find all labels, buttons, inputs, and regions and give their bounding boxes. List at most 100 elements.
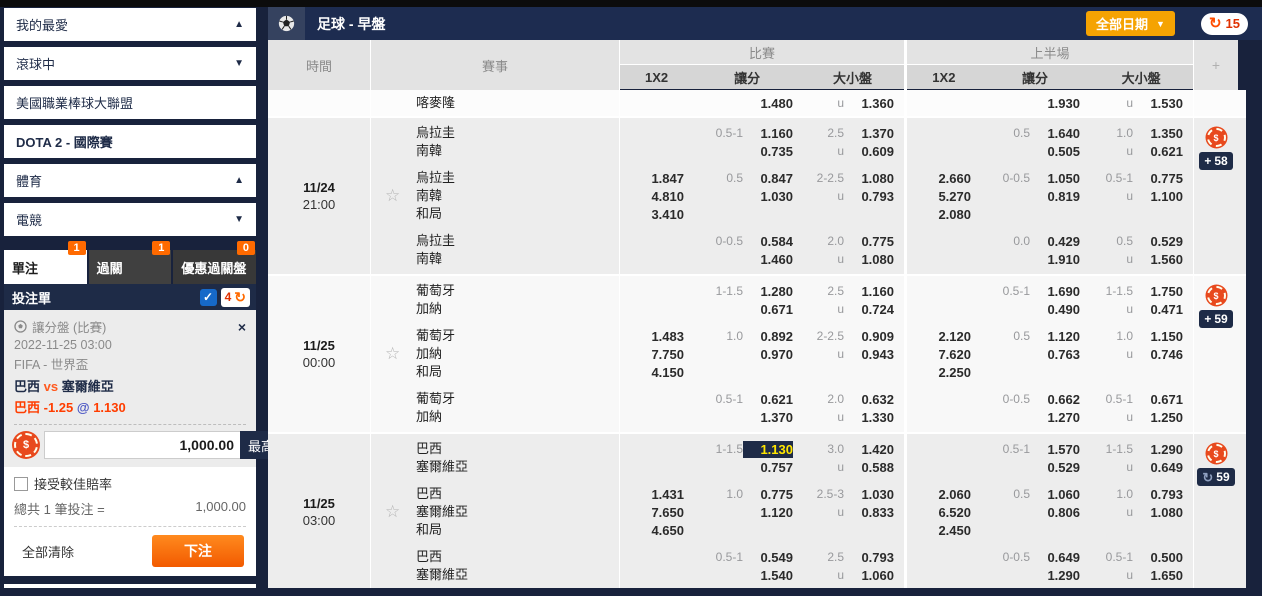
odds-price[interactable]: 1.420: [844, 441, 894, 458]
odds-price[interactable]: 0.909: [844, 328, 894, 345]
odds-price[interactable]: 0.649: [1133, 459, 1183, 476]
odds-price[interactable]: 0.621: [1133, 143, 1183, 160]
odds-price[interactable]: 1.690: [1030, 283, 1080, 300]
sidebar-item[interactable]: 電競▼: [4, 203, 256, 236]
sidebar-item[interactable]: 滾球中▼: [4, 47, 256, 80]
odds-price[interactable]: 1.330: [844, 409, 894, 426]
odds-price[interactable]: 1.650: [1133, 567, 1183, 584]
odds-price[interactable]: 1.370: [844, 125, 894, 142]
favorite-star-icon[interactable]: ☆: [385, 344, 400, 364]
odds-price[interactable]: 0.735: [743, 143, 793, 160]
odds-price[interactable]: 0.847: [743, 170, 793, 187]
odds-price[interactable]: 1.030: [844, 486, 894, 503]
odds-price[interactable]: 5.270: [921, 188, 971, 205]
odds-price[interactable]: 1.120: [743, 504, 793, 521]
more-markets-badge[interactable]: +58: [1199, 152, 1232, 170]
odds-price[interactable]: 1.540: [743, 567, 793, 584]
odds-price[interactable]: 1.250: [1133, 409, 1183, 426]
odds-price[interactable]: 0.763: [1030, 346, 1080, 363]
odds-price[interactable]: 0.793: [844, 188, 894, 205]
expand-columns-button[interactable]: +: [1194, 40, 1238, 90]
odds-price[interactable]: 1.160: [743, 125, 793, 142]
odds-price[interactable]: 2.250: [921, 364, 971, 381]
odds-price[interactable]: 1.080: [1133, 504, 1183, 521]
tab-過關[interactable]: 過關1: [89, 250, 172, 284]
odds-price[interactable]: 1.160: [844, 283, 894, 300]
accept-better-odds-checkbox[interactable]: [14, 477, 28, 491]
odds-price[interactable]: 0.490: [1030, 301, 1080, 318]
odds-price[interactable]: 1.640: [1030, 125, 1080, 142]
odds-price[interactable]: 0.621: [743, 391, 793, 408]
odds-price[interactable]: 2.660: [921, 170, 971, 187]
odds-price[interactable]: 4.810: [634, 188, 684, 205]
odds-price[interactable]: 1.060: [844, 567, 894, 584]
odds-price[interactable]: 1.570: [1030, 441, 1080, 458]
tab-優惠過關盤[interactable]: 優惠過關盤0: [173, 250, 256, 284]
clear-all-button[interactable]: 全部清除: [22, 542, 74, 561]
sidebar-item[interactable]: DOTA 2 - 國際賽: [4, 125, 256, 158]
odds-price[interactable]: 1.560: [1133, 251, 1183, 268]
odds-price[interactable]: 0.649: [1030, 549, 1080, 566]
odds-price[interactable]: 0.806: [1030, 504, 1080, 521]
odds-price[interactable]: 0.775: [1133, 170, 1183, 187]
odds-price[interactable]: 0.632: [844, 391, 894, 408]
odds-price[interactable]: 0.819: [1030, 188, 1080, 205]
odds-price[interactable]: 1.050: [1030, 170, 1080, 187]
odds-price[interactable]: 1.280: [743, 283, 793, 300]
odds-price[interactable]: 2.450: [921, 522, 971, 539]
odds-price[interactable]: 0.724: [844, 301, 894, 318]
odds-price[interactable]: 1.060: [1030, 486, 1080, 503]
odds-price[interactable]: 0.943: [844, 346, 894, 363]
odds-price[interactable]: 0.500: [1133, 549, 1183, 566]
odds-price[interactable]: 0.588: [844, 459, 894, 476]
odds-price[interactable]: 1.080: [844, 251, 894, 268]
odds-price[interactable]: 0.775: [844, 233, 894, 250]
favorite-star-icon[interactable]: ☆: [385, 502, 400, 522]
odds-price[interactable]: 1.120: [1030, 328, 1080, 345]
odds-price[interactable]: 6.520: [921, 504, 971, 521]
odds-price[interactable]: 1.750: [1133, 283, 1183, 300]
odds-price[interactable]: 1.130: [743, 441, 793, 458]
odds-price[interactable]: 1.360: [844, 95, 894, 112]
close-icon[interactable]: ×: [238, 319, 246, 335]
stake-input[interactable]: [44, 431, 240, 459]
odds-price[interactable]: 3.410: [634, 206, 684, 223]
odds-price[interactable]: 0.892: [743, 328, 793, 345]
odds-price[interactable]: 1.150: [1133, 328, 1183, 345]
odds-price[interactable]: 0.775: [743, 486, 793, 503]
more-markets-badge[interactable]: +59: [1199, 310, 1232, 328]
odds-price[interactable]: 1.930: [1030, 95, 1080, 112]
more-markets-badge[interactable]: ↻59: [1197, 468, 1234, 486]
odds-price[interactable]: 0.529: [1133, 233, 1183, 250]
odds-price[interactable]: 7.750: [634, 346, 684, 363]
sidebar-item[interactable]: 美國職業棒球大聯盟: [4, 86, 256, 119]
odds-price[interactable]: 0.671: [1133, 391, 1183, 408]
odds-price[interactable]: 4.150: [634, 364, 684, 381]
refresh-countdown[interactable]: ↻ 15: [1201, 13, 1248, 35]
odds-price[interactable]: 0.793: [844, 549, 894, 566]
sidebar-item[interactable]: 我的最愛▲: [4, 8, 256, 41]
odds-price[interactable]: 1.431: [634, 486, 684, 503]
odds-price[interactable]: 0.429: [1030, 233, 1080, 250]
odds-price[interactable]: 4.650: [634, 522, 684, 539]
odds-price[interactable]: 1.290: [1030, 567, 1080, 584]
odds-price[interactable]: 1.350: [1133, 125, 1183, 142]
odds-price[interactable]: 1.100: [1133, 188, 1183, 205]
odds-price[interactable]: 7.650: [634, 504, 684, 521]
odds-price[interactable]: 1.460: [743, 251, 793, 268]
place-bet-button[interactable]: 下注: [152, 535, 244, 567]
odds-price[interactable]: 0.471: [1133, 301, 1183, 318]
favorite-star-icon[interactable]: ☆: [385, 186, 400, 206]
odds-price[interactable]: 1.530: [1133, 95, 1183, 112]
odds-price[interactable]: 1.080: [844, 170, 894, 187]
odds-price[interactable]: 0.662: [1030, 391, 1080, 408]
odds-price[interactable]: 1.270: [1030, 409, 1080, 426]
odds-price[interactable]: 7.620: [921, 346, 971, 363]
odds-price[interactable]: 0.671: [743, 301, 793, 318]
odds-price[interactable]: 1.910: [1030, 251, 1080, 268]
odds-price[interactable]: 0.970: [743, 346, 793, 363]
odds-price[interactable]: 0.584: [743, 233, 793, 250]
odds-price[interactable]: 0.757: [743, 459, 793, 476]
odds-price[interactable]: 2.080: [921, 206, 971, 223]
odds-price[interactable]: 0.833: [844, 504, 894, 521]
